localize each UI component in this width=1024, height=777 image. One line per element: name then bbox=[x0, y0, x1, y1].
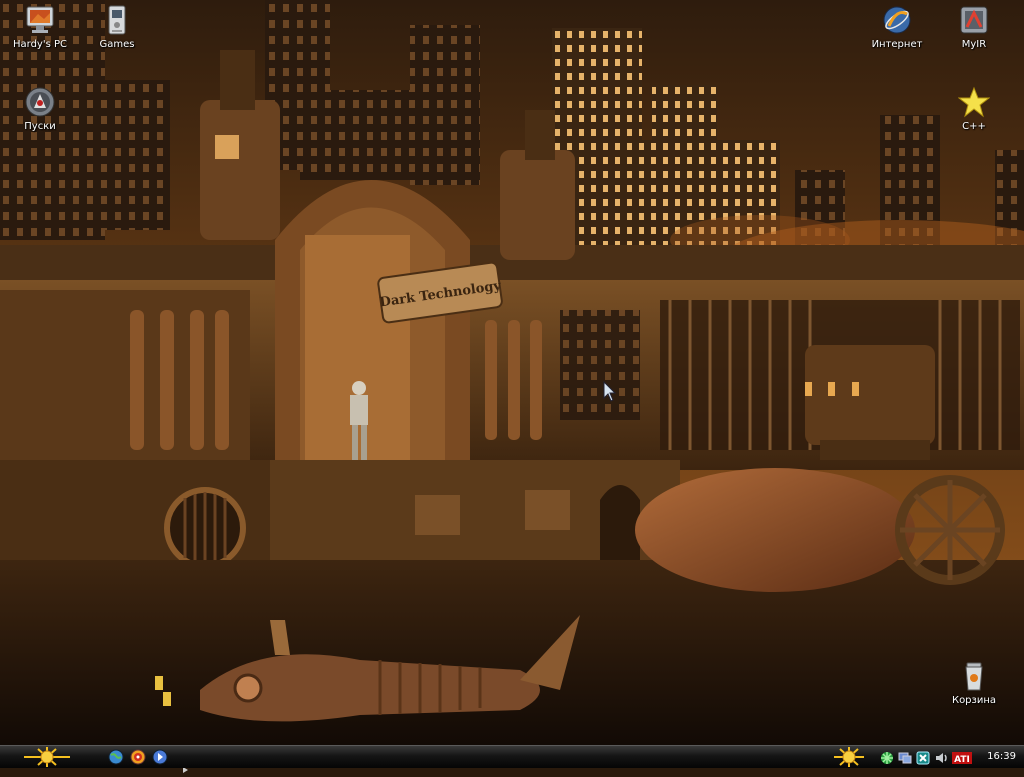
desktop-icon-recycle-bin[interactable]: Корзина bbox=[937, 660, 1011, 707]
system-tray: ATI 16:39 bbox=[824, 746, 1024, 768]
recycle-bin-icon bbox=[958, 660, 990, 692]
tray-network[interactable] bbox=[880, 750, 894, 764]
media-player-icon bbox=[130, 749, 146, 765]
quick-launch-globe[interactable] bbox=[108, 749, 124, 765]
sun-icon bbox=[24, 747, 70, 767]
desktop-icon-launcher[interactable]: Пуски bbox=[3, 86, 77, 133]
desktop-icon-label: Games bbox=[99, 39, 135, 50]
desktop-icon-cpp[interactable]: C++ bbox=[937, 86, 1011, 133]
desktop-icon-hardys-pc[interactable]: Hardy's PC bbox=[3, 4, 77, 51]
games-icon bbox=[101, 4, 133, 36]
desktop-icon-label: Hardy's PC bbox=[13, 39, 67, 50]
desktop-icon-internet[interactable]: Интернет bbox=[860, 4, 934, 51]
desktop-icon-label: Интернет bbox=[871, 39, 923, 50]
arrow-icon bbox=[152, 749, 168, 765]
desktop-icon-games[interactable]: Games bbox=[80, 4, 154, 51]
tray-sun[interactable] bbox=[826, 746, 872, 767]
ati-label: ATI bbox=[954, 755, 970, 765]
browser-icon bbox=[881, 4, 913, 36]
myir-icon bbox=[958, 4, 990, 36]
quick-launch-arrow[interactable] bbox=[152, 749, 168, 765]
taskbar: ATI 16:39 bbox=[0, 745, 1024, 768]
volume-icon bbox=[936, 753, 947, 763]
launcher-icon bbox=[24, 86, 56, 118]
tray-display[interactable] bbox=[898, 750, 912, 764]
tray-ati[interactable]: ATI bbox=[952, 750, 972, 765]
tray-antivirus[interactable] bbox=[916, 750, 930, 765]
tray-volume[interactable] bbox=[934, 750, 948, 764]
quick-launch-media-player[interactable] bbox=[130, 749, 146, 765]
desktop-icon-label: MyIR bbox=[961, 39, 987, 50]
clock[interactable]: 16:39 bbox=[987, 751, 1016, 762]
mouse-cursor-icon bbox=[603, 380, 619, 403]
star-icon bbox=[958, 86, 990, 118]
ati-icon: ATI bbox=[952, 752, 972, 765]
desktop-icon-label: Корзина bbox=[951, 695, 997, 706]
start-button[interactable] bbox=[18, 746, 76, 768]
sun-icon bbox=[834, 747, 864, 767]
antivirus-icon bbox=[916, 751, 930, 765]
desktop-wallpaper: Dark Technology bbox=[0, 0, 1024, 745]
display-icon bbox=[898, 752, 912, 764]
desktop-icon-label: Пуски bbox=[24, 121, 56, 132]
desktop-icon-label: C++ bbox=[962, 121, 986, 132]
desktop-icon-myir[interactable]: MyIR bbox=[937, 4, 1011, 51]
computer-icon bbox=[24, 4, 56, 36]
network-icon bbox=[881, 752, 893, 764]
globe-icon bbox=[108, 749, 124, 765]
